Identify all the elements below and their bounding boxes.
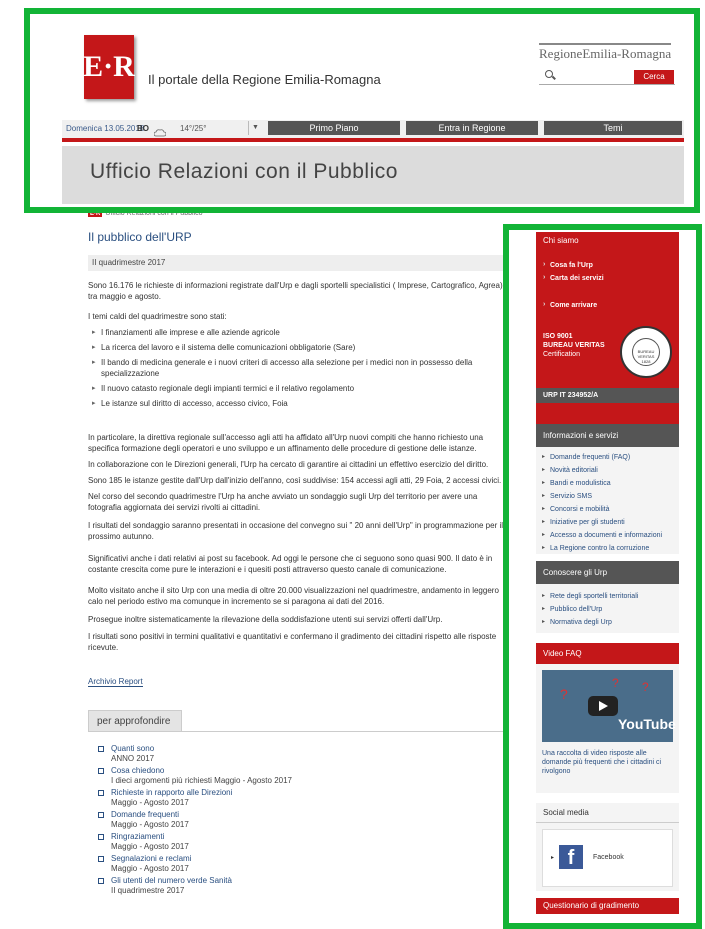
highlight-box-header [24,8,700,213]
paragraph: In particolare, la direttiva regionale s… [88,433,484,453]
list-item: I finanziamenti alle imprese e alle azie… [92,327,506,338]
divider [88,731,508,732]
list-item: Domande frequenti Maggio - Agosto 2017 [98,810,478,830]
paragraph: In collaborazione con le Direzioni gener… [88,460,489,469]
link-subtitle: Maggio - Agosto 2017 [111,864,189,873]
link-subtitle: Maggio - Agosto 2017 [111,820,189,829]
link-subtitle: II quadrimestre 2017 [111,886,185,895]
list-item: Segnalazioni e reclami Maggio - Agosto 20… [98,854,478,874]
paragraph: Sono 16.176 le richieste di informazioni… [88,281,503,301]
list-item: Il nuovo catasto regionale degli impiant… [92,383,506,394]
link-subtitle: Maggio - Agosto 2017 [111,842,189,851]
list-item: Le istanze sul diritto di accesso, acces… [92,398,506,409]
list-item: Gli utenti del numero verde Sanità II qua… [98,876,478,896]
subtitle-bar: II quadrimestre 2017 [88,255,506,271]
paragraph: Significativi anche i dati relativi ai p… [88,554,493,574]
related-link[interactable]: Richieste in rapporto alle Direzioni [111,788,478,798]
paragraph: I risultati sono positivi in termini qua… [88,632,497,652]
paragraph: I risultati del sondaggio saranno presen… [88,521,504,541]
section-title: Il pubblico dell'URP [88,230,192,244]
list-item: Ringraziamenti Maggio - Agosto 2017 [98,832,478,852]
related-link[interactable]: Gli utenti del numero verde Sanità [111,876,478,886]
related-link[interactable]: Quanti sono [111,744,478,754]
related-links: Quanti sono ANNO 2017 Cosa chiedono I diec… [98,744,478,898]
paragraph: Prosegue inoltre sistematicamente la ril… [88,615,443,624]
link-subtitle: I dieci argomenti più richiesti Maggio -… [111,776,292,785]
related-link[interactable]: Cosa chiedono [111,766,478,776]
topics-list: I finanziamenti alle imprese e alle azie… [92,327,506,413]
list-item: Cosa chiedono I dieci argomenti più richi… [98,766,478,786]
paragraph: I temi caldi del quadrimestre sono stati… [88,312,227,321]
paragraph: Nel corso del secondo quadrimestre l'Urp… [88,492,478,512]
link-subtitle: Maggio - Agosto 2017 [111,798,189,807]
link-subtitle: ANNO 2017 [111,754,155,763]
approfondire-tab: per approfondire [88,710,182,732]
list-item: Richieste in rapporto alle Direzioni Magg… [98,788,478,808]
highlight-box-sidebar [503,224,702,929]
related-link[interactable]: Ringraziamenti [111,832,478,842]
related-link[interactable]: Domande frequenti [111,810,478,820]
list-item: Quanti sono ANNO 2017 [98,744,478,764]
paragraph: Sono 185 le istanze gestite dall'Urp dal… [88,476,502,485]
related-link[interactable]: Segnalazioni e reclami [111,854,478,864]
list-item: La ricerca del lavoro e il sistema delle… [92,342,506,353]
archivio-report-link[interactable]: Archivio Report [88,677,143,687]
list-item: Il bando di medicina generale e i nuovi … [92,357,506,379]
paragraph: Molto visitato anche il sito Urp con una… [88,586,499,606]
